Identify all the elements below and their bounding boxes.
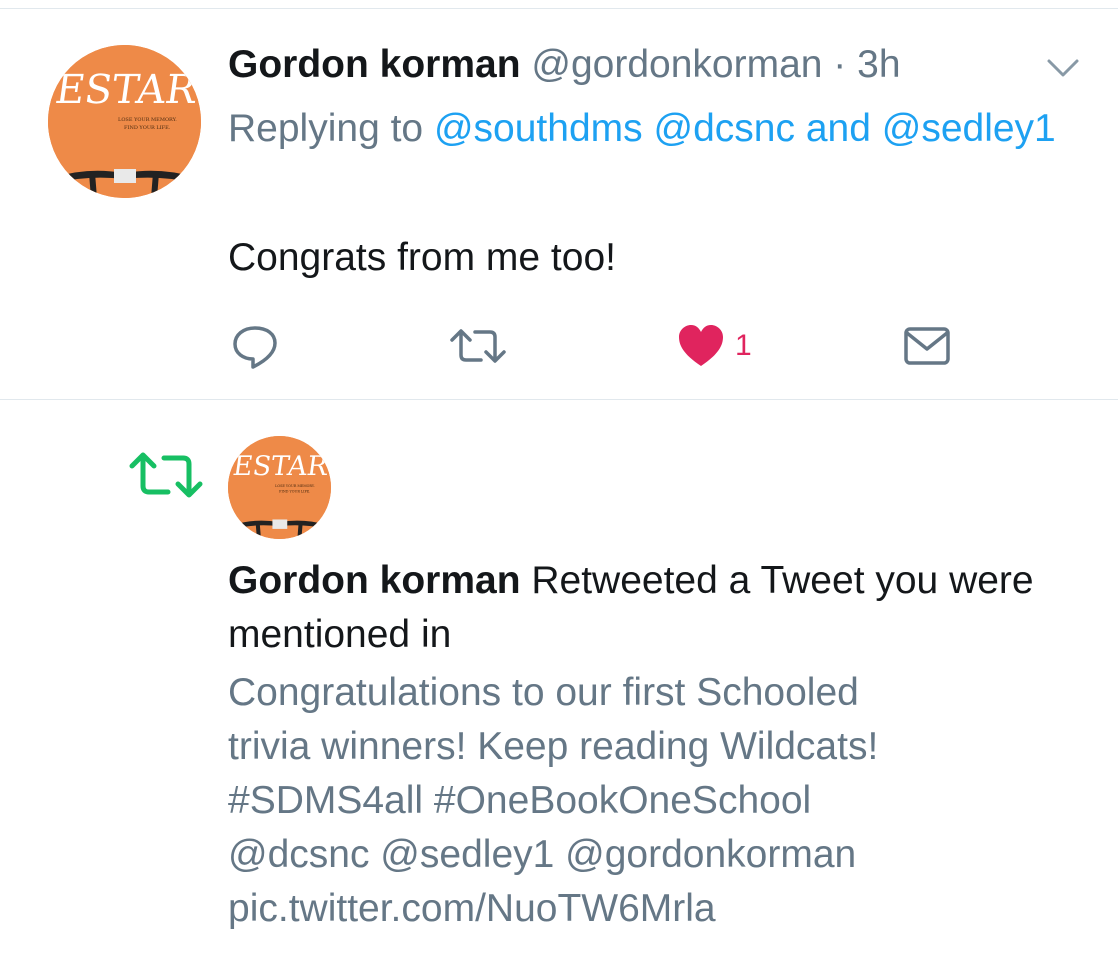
retweet-button[interactable]: [447, 320, 509, 372]
avatar-title-text: ESTAR: [52, 67, 200, 113]
notification-avatar[interactable]: ESTAR LOSE YOUR MEMORY. FIND YOUR LIFE.: [228, 436, 331, 539]
avatar-tagline-1: LOSE YOUR MEMORY.: [118, 117, 177, 123]
mention-southdms[interactable]: @southdms: [434, 107, 643, 150]
retweet-icon: [128, 446, 204, 504]
avatar-tagline-2: FIND YOUR LIFE.: [279, 490, 310, 494]
tweet-header: Gordon korman @gordonkorman · 3h: [228, 36, 901, 94]
mention-joiner[interactable]: and: [806, 107, 871, 150]
top-divider: [0, 8, 1118, 9]
replying-prefix: Replying to: [228, 107, 434, 150]
retweet-icon: [450, 329, 506, 363]
reply-button[interactable]: [230, 320, 280, 372]
mention-sedley1[interactable]: @sedley1: [882, 107, 1056, 150]
chevron-down-icon[interactable]: [1044, 52, 1082, 82]
tweet-text: Congrats from me too!: [228, 236, 616, 279]
avatar-book-cover: ESTAR LOSE YOUR MEMORY. FIND YOUR LIFE.: [48, 45, 201, 198]
author-name[interactable]: Gordon korman: [228, 43, 521, 86]
heart-icon: [679, 325, 723, 366]
like-count: 1: [735, 329, 752, 362]
avatar-book-cover: ESTAR LOSE YOUR MEMORY. FIND YOUR LIFE.: [228, 436, 331, 539]
avatar-title-text: ESTAR: [231, 451, 331, 482]
mention-dcsnc[interactable]: @dcsnc: [653, 107, 794, 150]
notification-text[interactable]: Gordon korman Retweeted a Tweet you were…: [228, 554, 1088, 662]
quoted-tweet-text[interactable]: Congratulations to our first Schooled tr…: [228, 666, 1088, 936]
quoted-line: trivia winners! Keep reading Wildcats!: [228, 725, 879, 768]
tweet-timestamp[interactable]: 3h: [857, 43, 900, 86]
notification-author-name[interactable]: Gordon korman: [228, 559, 521, 602]
avatar[interactable]: ESTAR LOSE YOUR MEMORY. FIND YOUR LIFE.: [48, 45, 201, 198]
quoted-line: #SDMS4all #OneBookOneSchool: [228, 779, 812, 822]
quoted-line: Congratulations to our first Schooled: [228, 671, 859, 714]
direct-message-button[interactable]: [903, 320, 951, 372]
avatar-tagline-1: LOSE YOUR MEMORY.: [275, 484, 315, 488]
quoted-line: pic.twitter.com/NuoTW6Mrla: [228, 887, 716, 930]
author-handle[interactable]: @gordonkorman: [531, 43, 822, 86]
header-separator: ·: [822, 43, 858, 86]
tweet-divider: [0, 399, 1118, 400]
like-button[interactable]: 1: [677, 320, 752, 372]
quoted-line: @dcsnc @sedley1 @gordonkorman: [228, 833, 857, 876]
reply-icon: [233, 326, 277, 369]
replying-to: Replying to @southdms @dcsnc and @sedley…: [228, 98, 1068, 159]
envelope-icon: [904, 327, 950, 365]
avatar-tagline-2: FIND YOUR LIFE.: [124, 125, 171, 131]
